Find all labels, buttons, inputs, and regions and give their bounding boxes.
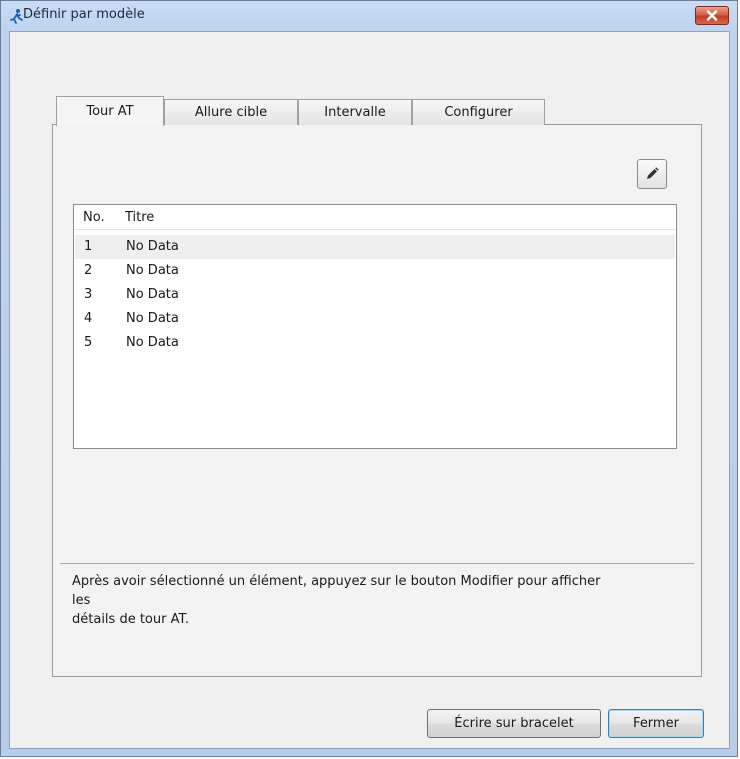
write-to-bracelet-button[interactable]: Écrire sur bracelet (427, 709, 601, 738)
close-icon (706, 10, 718, 21)
row-title: No Data (126, 287, 179, 302)
title-bar[interactable]: Définir par modèle (1, 1, 737, 31)
row-number: 2 (84, 263, 93, 278)
close-button[interactable]: Fermer (608, 709, 704, 738)
window-title: Définir par modèle (23, 7, 145, 22)
row-number: 5 (84, 335, 93, 350)
row-title: No Data (126, 263, 179, 278)
list-row[interactable]: 5 No Data (75, 331, 675, 355)
column-header-no[interactable]: No. (83, 210, 105, 225)
tab-intervalle[interactable]: Intervalle (298, 99, 412, 125)
list-row[interactable]: 1 No Data (75, 235, 675, 259)
row-number: 4 (84, 311, 93, 326)
list-row[interactable]: 3 No Data (75, 283, 675, 307)
help-text: Après avoir sélectionné un élément, appu… (72, 574, 601, 627)
row-title: No Data (126, 311, 179, 326)
column-header-title[interactable]: Titre (125, 210, 154, 225)
tab-tour-at[interactable]: Tour AT (56, 96, 164, 126)
edit-button[interactable] (637, 159, 667, 189)
template-list[interactable]: No. Titre 1 No Data 2 No Data 3 No Data … (73, 204, 677, 449)
row-title: No Data (126, 335, 179, 350)
tab-label: Intervalle (324, 105, 386, 120)
tab-allure-cible[interactable]: Allure cible (164, 99, 298, 125)
list-header: No. Titre (74, 205, 676, 230)
divider (60, 563, 694, 564)
tab-label: Configurer (444, 105, 513, 120)
dialog-window: Définir par modèle Tour AT Allure cible … (0, 0, 738, 757)
row-title: No Data (126, 239, 179, 254)
close-window-button[interactable] (695, 6, 729, 25)
list-row[interactable]: 4 No Data (75, 307, 675, 331)
pencil-icon (647, 167, 659, 179)
list-row[interactable]: 2 No Data (75, 259, 675, 283)
tab-configurer[interactable]: Configurer (412, 99, 545, 125)
row-number: 1 (84, 239, 93, 254)
tab-label: Tour AT (86, 104, 134, 119)
tab-label: Allure cible (194, 105, 268, 120)
row-number: 3 (84, 287, 93, 302)
dialog-content: Tour AT Allure cible Intervalle Configur… (9, 31, 730, 749)
